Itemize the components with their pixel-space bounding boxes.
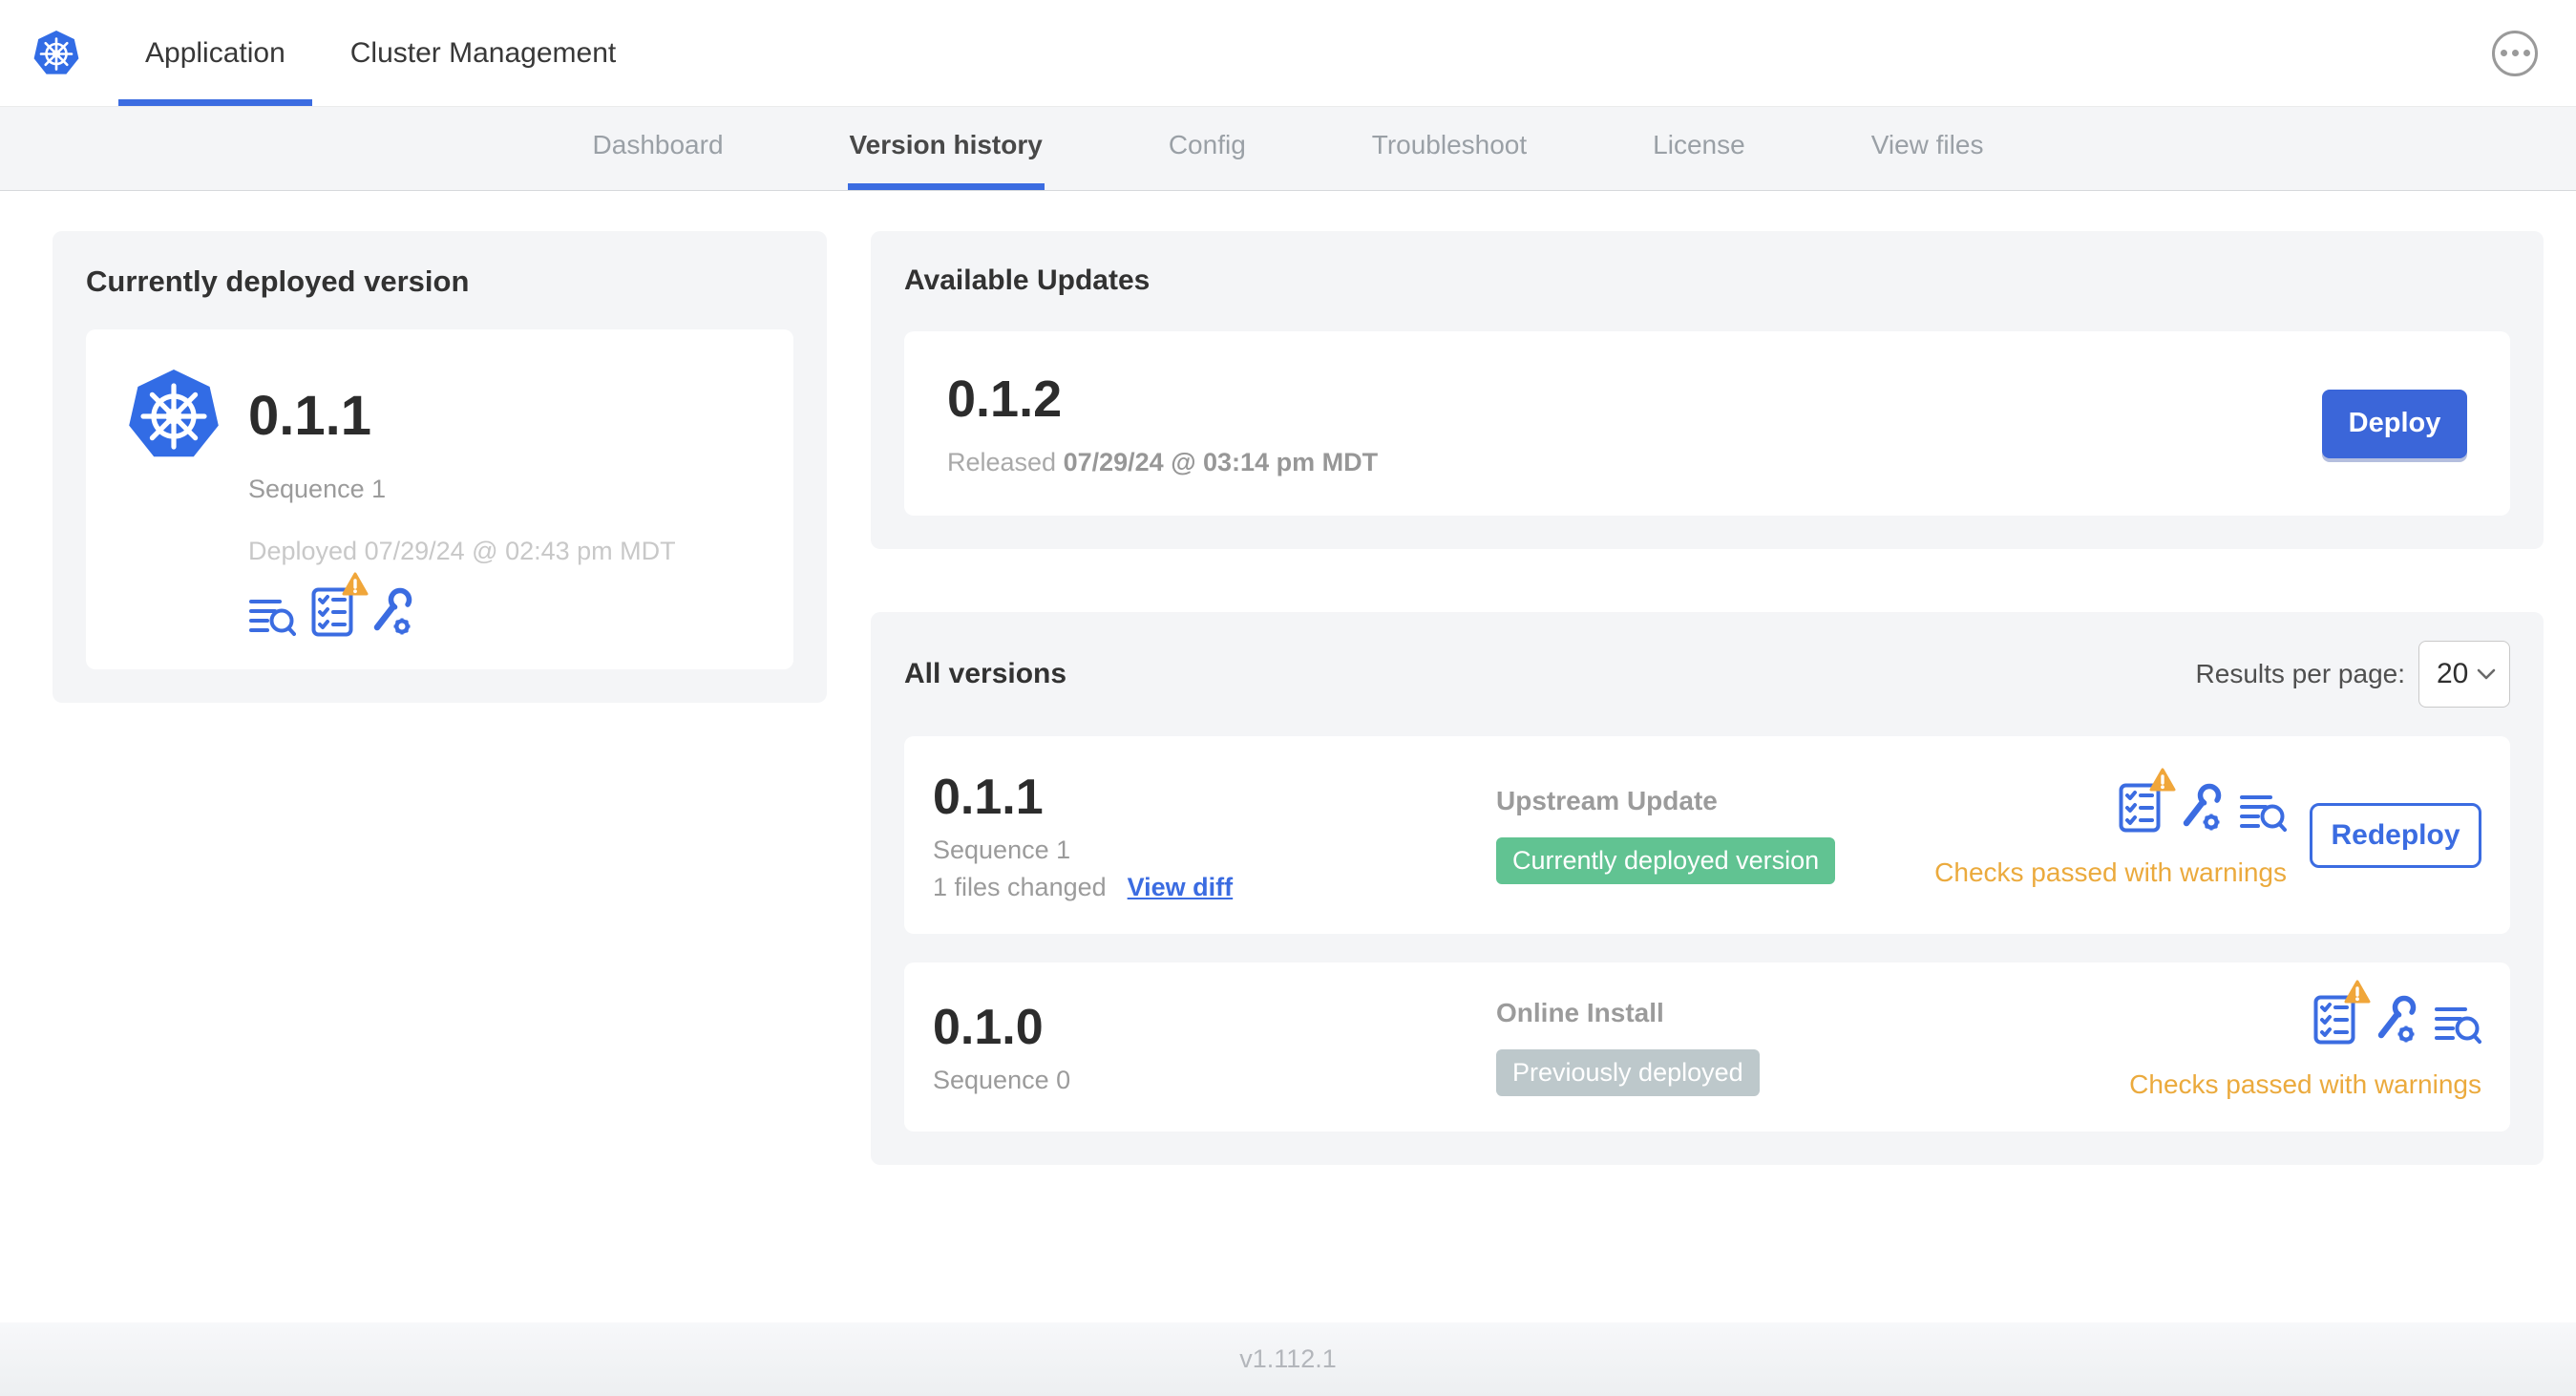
all-versions-card: All versions Results per page: 20 0.1.1 … — [871, 612, 2544, 1165]
view-diff-link[interactable]: View diff — [1128, 873, 1234, 902]
all-versions-title: All versions — [904, 658, 1067, 689]
released-prefix: Released — [947, 448, 1057, 476]
version-row: 0.1.0 Sequence 0 Online Install Previous… — [904, 962, 2510, 1132]
kubernetes-icon — [32, 29, 80, 75]
tab-cluster-management[interactable]: Cluster Management — [318, 0, 648, 106]
version-row-left: 0.1.1 Sequence 1 1 files changed View di… — [933, 769, 1496, 902]
update-released-line: Released 07/29/24 @ 03:14 pm MDT — [947, 448, 1378, 477]
version-row-left: 0.1.0 Sequence 0 — [933, 999, 1496, 1095]
config-tools-icon[interactable] — [2373, 995, 2417, 1045]
console-version: v1.112.1 — [1239, 1344, 1337, 1373]
results-per-page-select[interactable]: 20 — [2418, 641, 2510, 708]
dot — [2523, 50, 2530, 56]
preflight-checks-warning-icon[interactable] — [2119, 767, 2176, 833]
right-column: Available Updates 0.1.2 Released 07/29/2… — [871, 231, 2544, 1165]
checks-status-link[interactable]: Checks passed with warnings — [1934, 857, 2287, 888]
tab-config[interactable]: Config — [1167, 107, 1248, 190]
deployed-timestamp: Deployed 07/29/24 @ 02:43 pm MDT — [248, 537, 676, 565]
files-changed-text: 1 files changed — [933, 872, 1107, 901]
row-version-number: 0.1.1 — [933, 769, 1044, 825]
chevron-down-icon — [2477, 668, 2496, 679]
deployed-version-number: 0.1.1 — [248, 384, 371, 447]
version-row-middle: Online Install Previously deployed — [1496, 998, 2129, 1096]
results-per-page-value: 20 — [2437, 658, 2469, 689]
config-tools-icon[interactable] — [369, 587, 412, 637]
logs-icon[interactable] — [2239, 791, 2287, 833]
results-per-page-label: Results per page: — [2195, 659, 2405, 688]
ellipsis-menu-icon[interactable] — [2492, 30, 2538, 76]
row-sequence: Sequence 1 — [933, 835, 1071, 864]
available-update-row: 0.1.2 Released 07/29/24 @ 03:14 pm MDT D… — [904, 331, 2510, 516]
preflight-checks-warning-icon[interactable] — [2313, 979, 2371, 1045]
dot — [2500, 50, 2507, 56]
top-bar: Application Cluster Management — [0, 0, 2576, 107]
version-source: Online Install — [1496, 998, 1664, 1027]
checks-status-link[interactable]: Checks passed with warnings — [2129, 1069, 2481, 1100]
version-row-actions: Checks passed with warnings Redeploy — [1934, 767, 2481, 888]
kubernetes-logo[interactable] — [0, 0, 113, 106]
previously-deployed-badge: Previously deployed — [1496, 1049, 1760, 1096]
app-subnav: Dashboard Version history Config Trouble… — [0, 107, 2576, 191]
kubernetes-app-icon — [124, 366, 223, 465]
released-date: 07/29/24 @ 03:14 pm MDT — [1063, 448, 1379, 476]
deployed-sequence: Sequence 1 — [248, 475, 387, 503]
currently-deployed-title: Currently deployed version — [86, 264, 470, 298]
warning-triangle-icon — [342, 572, 369, 596]
available-updates-title: Available Updates — [904, 264, 1151, 296]
row-version-number: 0.1.0 — [933, 1000, 1044, 1055]
deploy-button[interactable]: Deploy — [2322, 389, 2467, 458]
tab-dashboard[interactable]: Dashboard — [591, 107, 726, 190]
config-tools-icon[interactable] — [2178, 783, 2222, 833]
update-version-number: 0.1.2 — [947, 370, 1063, 428]
currently-deployed-inner: 0.1.1 Sequence 1 Deployed 07/29/24 @ 02:… — [86, 329, 793, 669]
version-source: Upstream Update — [1496, 786, 1718, 815]
warning-triangle-icon — [2149, 767, 2176, 792]
tab-license[interactable]: License — [1651, 107, 1747, 190]
logs-icon[interactable] — [248, 595, 296, 637]
row-sequence: Sequence 0 — [933, 1066, 1071, 1094]
available-updates-card: Available Updates 0.1.2 Released 07/29/2… — [871, 231, 2544, 549]
tab-view-files[interactable]: View files — [1869, 107, 1986, 190]
tab-application[interactable]: Application — [113, 0, 318, 106]
top-bar-right — [2492, 0, 2576, 106]
main-content: Currently deployed version 0.1.1 Sequenc… — [0, 191, 2576, 1165]
dot — [2511, 50, 2519, 56]
preflight-checks-warning-icon[interactable] — [311, 572, 369, 637]
app-level-tabs: Application Cluster Management — [113, 0, 648, 106]
warning-triangle-icon — [2344, 979, 2371, 1004]
logs-icon[interactable] — [2434, 1003, 2481, 1045]
currently-deployed-card: Currently deployed version 0.1.1 Sequenc… — [53, 231, 827, 703]
currently-deployed-badge: Currently deployed version — [1496, 837, 1836, 884]
version-row: 0.1.1 Sequence 1 1 files changed View di… — [904, 736, 2510, 934]
tab-troubleshoot[interactable]: Troubleshoot — [1370, 107, 1529, 190]
app-footer: v1.112.1 — [0, 1322, 2576, 1396]
version-row-middle: Upstream Update Currently deployed versi… — [1496, 786, 1934, 884]
tab-version-history[interactable]: Version history — [847, 107, 1045, 190]
redeploy-button[interactable]: Redeploy — [2310, 802, 2481, 868]
